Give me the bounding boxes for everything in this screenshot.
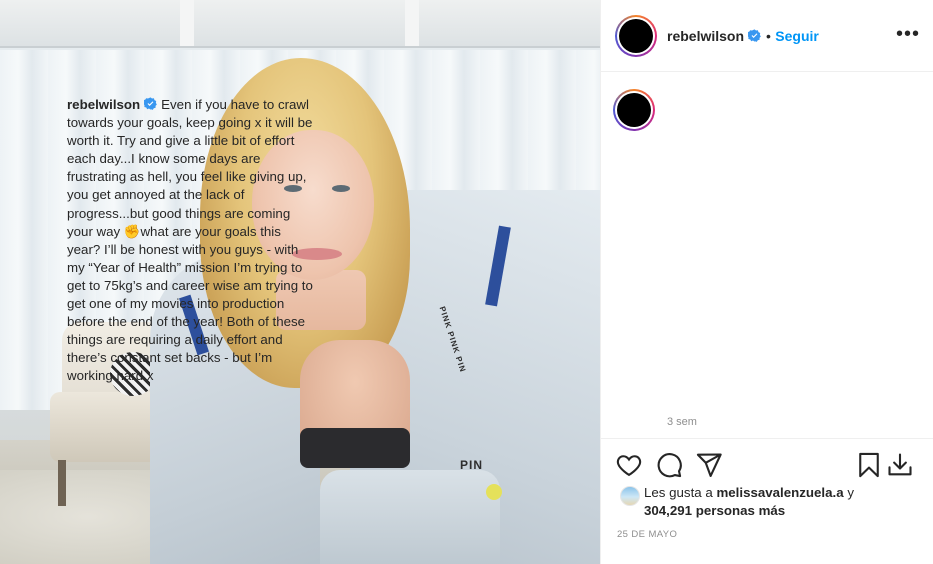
header-username[interactable]: rebelwilson xyxy=(667,28,744,44)
post-actions-bar xyxy=(600,438,933,490)
likes-summary: Les gusta a melissavalenzuela.a y 304,29… xyxy=(616,484,926,520)
paper-plane-icon[interactable] xyxy=(695,451,723,479)
header-separator: • xyxy=(765,28,771,44)
caption-avatar[interactable] xyxy=(613,89,655,131)
comment-bubble-icon[interactable] xyxy=(655,451,683,479)
caption-text: Even if you have to crawl towards your g… xyxy=(67,97,313,384)
likes-prefix: Les gusta a xyxy=(644,485,713,500)
verified-badge-icon xyxy=(748,29,762,42)
likes-count[interactable]: 304,291 personas más xyxy=(644,503,785,518)
photo-hoodie-text: PIN xyxy=(460,458,484,472)
photo-ball xyxy=(486,484,502,500)
likes-connector: y xyxy=(847,485,854,500)
follow-button[interactable]: Seguir xyxy=(775,28,819,44)
post-header: rebelwilson • Seguir ••• xyxy=(601,0,933,72)
photo-beam xyxy=(405,0,419,46)
bookmark-icon[interactable] xyxy=(855,451,883,479)
post-caption: rebelwilson Even if you have to crawl to… xyxy=(67,96,313,386)
header-user-line: rebelwilson • Seguir xyxy=(667,28,819,46)
photo-ceiling xyxy=(0,0,600,48)
download-icon[interactable] xyxy=(886,451,914,479)
heart-icon[interactable] xyxy=(615,451,643,479)
photo-chair-leg xyxy=(58,460,66,506)
photo-pants xyxy=(320,470,500,564)
avatar[interactable] xyxy=(615,15,657,57)
photo-beam xyxy=(180,0,194,46)
caption-username[interactable]: rebelwilson xyxy=(67,97,140,112)
caption-timestamp[interactable]: 3 sem xyxy=(667,416,697,428)
likes-user[interactable]: melissavalenzuela.a xyxy=(716,485,843,500)
post-date[interactable]: 25 DE MAYO xyxy=(617,529,677,540)
photo-eye xyxy=(332,185,350,192)
more-options-icon[interactable]: ••• xyxy=(896,24,920,44)
photo-bra xyxy=(300,428,410,468)
verified-badge-icon xyxy=(144,97,157,110)
